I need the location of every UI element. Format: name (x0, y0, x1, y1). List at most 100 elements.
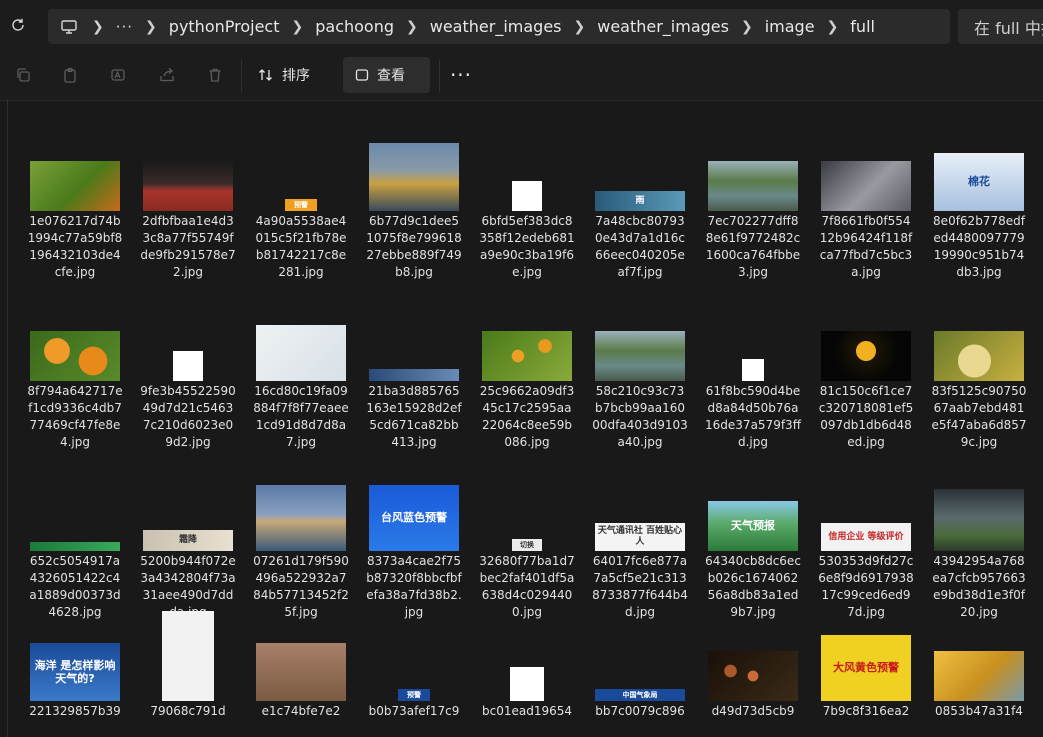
file-name: 221329857b39 (29, 704, 121, 718)
white-square-image (512, 181, 542, 211)
file-name: 79068c791d (150, 704, 226, 718)
file-thumbnail: 预警 (253, 131, 349, 211)
thumbnail-caption: 台风蓝色预警 (381, 511, 447, 525)
breadcrumb-item[interactable]: image (765, 17, 815, 36)
search-input[interactable]: 在 full 中搜索 (958, 9, 1043, 44)
file-thumbnail (27, 131, 123, 211)
green-strip-image (30, 542, 120, 551)
file-thumbnail (479, 621, 575, 701)
file-name: 16cd80c19fa09884f7f8f77eaee1cd91d8d7d8a7… (253, 384, 349, 449)
file-thumbnail (253, 471, 349, 551)
cold-person-image (821, 161, 911, 211)
dark-flowers-image (708, 651, 798, 701)
map-image (256, 325, 346, 381)
breadcrumb-overflow[interactable]: ··· (116, 18, 133, 36)
file-thumbnail: 海洋 是怎样影响 天气的? (27, 621, 123, 701)
file-thumbnail (479, 131, 575, 211)
canal-image (595, 331, 685, 381)
thumbnail-caption: 海洋 是怎样影响 天气的? (34, 658, 116, 685)
paste-icon[interactable] (59, 64, 81, 86)
typhoon-poster-image: 台风蓝色预警 (369, 485, 459, 551)
breadcrumb-item[interactable]: pachoong (315, 17, 394, 36)
chevron-right-icon[interactable]: ❯ (406, 19, 418, 35)
file-thumbnail: 霜降 (140, 471, 236, 551)
file-thumbnail: 大风黄色预警 (818, 621, 914, 701)
file-thumbnail: 台风蓝色预警 (366, 471, 462, 551)
file-thumbnail (27, 301, 123, 381)
breadcrumb-item-current[interactable]: full (850, 17, 875, 36)
file-thumbnail (931, 621, 1027, 701)
credit-banner-image: 信用企业 等级评价 (821, 523, 911, 551)
chevron-right-icon[interactable]: ❯ (292, 19, 304, 35)
file-thumbnail (931, 471, 1027, 551)
chevron-right-icon[interactable]: ❯ (741, 19, 753, 35)
loading-image (510, 667, 544, 701)
file-name: bb7c0079c896 (595, 704, 685, 718)
autumn-tree-image (934, 651, 1024, 701)
file-name: 7b9c8f316ea2 (822, 704, 910, 718)
toolbar-divider (241, 60, 242, 92)
file-name: 25c9662a09df345c17c2595aa22064c8ee59b086… (479, 384, 575, 449)
small-white-image (742, 359, 764, 381)
file-name: 8f794a642717ef1cd9336c4db777469cf47fe8e4… (27, 384, 123, 449)
chevron-right-icon[interactable]: ❯ (145, 19, 157, 35)
thumbnail-caption: 棉花 (968, 175, 990, 189)
thumbnail-caption: 天气预报 (731, 519, 775, 533)
file-name: 0853b47a31f4 (935, 704, 1023, 718)
file-name: 652c5054917a4326051422c4a1889d00373d4628… (29, 554, 121, 619)
share-icon[interactable] (156, 64, 178, 86)
file-thumbnail (931, 301, 1027, 381)
storm-clouds-image (934, 489, 1024, 551)
thumbnail-caption: 雨 (635, 195, 645, 206)
blue-strip-image: 中国气象局 (595, 689, 685, 701)
warning-badge-blue-image: 预警 (398, 689, 430, 701)
file-thumbnail (27, 471, 123, 551)
toolbar-divider (439, 60, 440, 92)
sort-label: 排序 (282, 68, 310, 84)
breadcrumb-item[interactable]: pythonProject (169, 17, 280, 36)
fruit-tree-image (30, 161, 120, 211)
file-thumbnail: 预警 (366, 621, 462, 701)
file-name: 7a48cbc807930e43d7a1d16c66eec040205eaf7f… (594, 214, 685, 279)
oranges-image (30, 331, 120, 381)
file-grid: 1e076217d74b1994c77a59bf8196432103de4cfe… (0, 100, 1043, 737)
file-name: e1c74bfe7e2 (261, 704, 341, 718)
file-name: 7f8661fb0f55412b96424f118fca77fbd7c5bc3a… (819, 214, 913, 279)
rename-icon[interactable] (107, 64, 129, 86)
file-name: 21ba3d885765163e15928d2ef5cd671ca82bb413… (366, 384, 462, 449)
view-button[interactable]: 查看 (343, 57, 430, 93)
sort-icon (258, 68, 274, 82)
refresh-icon[interactable] (7, 14, 29, 36)
chevron-right-icon[interactable]: ❯ (92, 19, 104, 35)
file-name: 4a90a5538ae4015c5f21fb78eb81742217c8e281… (255, 214, 347, 279)
file-thumbnail: 天气通讯社 百姓贴心人 (592, 471, 688, 551)
rain-banner-image: 雨 (595, 191, 685, 211)
wind-poster-image: 大风黄色预警 (821, 635, 911, 701)
file-name: 1e076217d74b1994c77a59bf8196432103de4cfe… (27, 214, 123, 279)
file-thumbnail: 切换 (479, 471, 575, 551)
breadcrumb[interactable]: ❯ ··· ❯ pythonProject ❯ pachoong ❯ weath… (48, 9, 950, 44)
command-bar: 排序 查看 ··· (0, 52, 1043, 101)
more-options-button[interactable]: ··· (448, 63, 474, 87)
frost-banner-image: 霜降 (143, 530, 233, 551)
chevron-right-icon[interactable]: ❯ (574, 19, 586, 35)
copy-icon[interactable] (12, 64, 34, 86)
runner-track-image (143, 161, 233, 211)
file-thumbnail (366, 301, 462, 381)
file-thumbnail (818, 131, 914, 211)
thumbnail-caption: 霜降 (178, 535, 197, 546)
thumbnail-caption: 预警 (294, 200, 308, 209)
chevron-right-icon[interactable]: ❯ (827, 19, 839, 35)
pomelo-image (934, 331, 1024, 381)
breadcrumb-item[interactable]: weather_images (597, 17, 729, 36)
delete-icon[interactable] (204, 64, 226, 86)
breadcrumb-item[interactable]: weather_images (430, 17, 562, 36)
address-bar: ❯ ··· ❯ pythonProject ❯ pachoong ❯ weath… (0, 0, 1043, 52)
file-name: 07261d179f590496a522932a784b57713452f25f… (253, 554, 349, 619)
file-name: 58c210c93c73b7bcb99aa16000dfa403d9103a40… (592, 384, 688, 449)
switch-badge-image: 切换 (512, 539, 542, 551)
file-name: 32680f77ba1d7bec2faf401df5a638d4c0294400… (479, 554, 575, 619)
computer-icon[interactable] (58, 16, 80, 38)
file-name: 64340cb8dc6ecb026c167406256a8db83a1ed9b7… (705, 554, 801, 619)
sort-button[interactable]: 排序 (246, 57, 330, 93)
